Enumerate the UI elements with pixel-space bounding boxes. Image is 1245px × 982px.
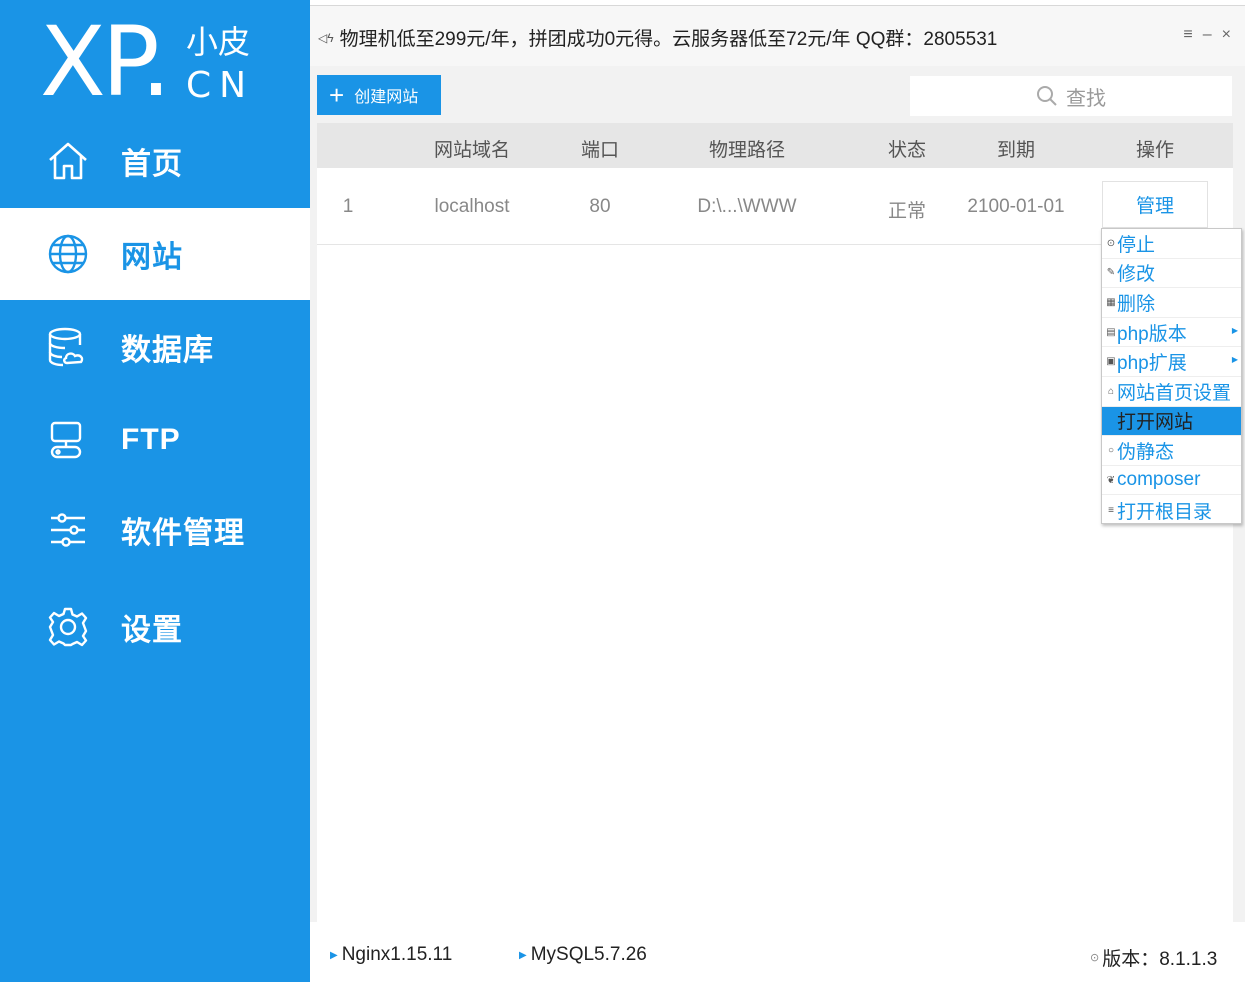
manage-dropdown-menu: ⊙ 停止 ✎ 修改 ▦ 删除 ▤ php版本 ▶ ▣ php扩展 ▶ ⌂ 网站首…	[1101, 228, 1242, 524]
sidebar-item-website[interactable]: 网站	[0, 208, 310, 300]
create-website-label: 创建网站	[354, 89, 419, 106]
header-port: 端口	[580, 140, 620, 161]
sidebar-item-settings[interactable]: 设置	[0, 581, 310, 673]
sidebar-item-label: 首页	[121, 148, 183, 181]
version-info: ⊙ 版本：8.1.1.3	[1090, 944, 1217, 971]
folder-list-icon: ≡	[1108, 504, 1114, 516]
search-icon	[1037, 86, 1057, 106]
speaker-icon: ◁ϟ	[318, 30, 334, 45]
database-icon	[46, 325, 90, 369]
sliders-icon	[46, 508, 90, 552]
menu-item-label: php扩展	[1117, 353, 1187, 375]
globe-icon	[46, 232, 90, 276]
sidebar-item-home[interactable]: 首页	[0, 115, 310, 207]
menu-item-label: 打开根目录	[1117, 501, 1213, 523]
play-icon: ▶	[330, 949, 338, 961]
menu-item-open-root-dir[interactable]: ≡ 打开根目录	[1102, 495, 1241, 525]
mysql-label: MySQL5.7.26	[530, 944, 647, 965]
submenu-arrow-icon: ▶	[1231, 325, 1238, 335]
menu-item-php-extension[interactable]: ▣ php扩展 ▶	[1102, 347, 1241, 377]
menu-item-label: 修改	[1117, 264, 1156, 286]
menu-item-label: 打开网站	[1117, 412, 1194, 434]
top-bar: ◁ϟ 物理机低至299元/年，拼团成功0元得。云服务器低至72元/年 QQ群：2…	[310, 6, 1245, 66]
header-status: 状态	[887, 140, 927, 161]
logo: XP. 小皮 CN	[0, 0, 310, 115]
row-index: 1	[342, 196, 354, 217]
menu-item-homepage-settings[interactable]: ⌂ 网站首页设置	[1102, 377, 1241, 407]
home-icon: ⌂	[1107, 385, 1115, 397]
submenu-arrow-icon: ▶	[1231, 355, 1238, 365]
composer-icon: ❦	[1106, 474, 1116, 486]
header-expiry: 到期	[996, 140, 1036, 161]
menu-item-label: php版本	[1117, 323, 1187, 345]
manage-button[interactable]: 管理	[1102, 181, 1208, 228]
menu-icon[interactable]: ≡	[1183, 26, 1192, 44]
row-port: 80	[589, 196, 611, 217]
logo-cn: CN	[186, 65, 255, 106]
menu-item-composer[interactable]: ❦ composer	[1102, 466, 1241, 496]
mysql-status[interactable]: ▶ MySQL5.7.26	[519, 944, 647, 966]
create-website-button[interactable]: + 创建网站	[317, 75, 441, 115]
menu-item-label: 伪静态	[1117, 441, 1175, 463]
menu-item-edit[interactable]: ✎ 修改	[1102, 259, 1241, 289]
sidebar: XP. 小皮 CN 首页 网站 数据库 FTP 软件管理 设置	[0, 0, 310, 982]
row-status: 正常	[887, 201, 927, 222]
logo-sub: 小皮	[186, 24, 251, 60]
window-controls: ≡ – ×	[1183, 26, 1231, 44]
nginx-label: Nginx1.15.11	[341, 944, 453, 965]
table-header: 网站域名 端口 物理路径 状态 到期 操作	[317, 123, 1233, 168]
ftp-icon	[46, 418, 90, 462]
php-version-icon: ▤	[1106, 326, 1116, 338]
nginx-status[interactable]: ▶ Nginx1.15.11	[330, 944, 452, 966]
sidebar-item-label: 软件管理	[121, 517, 245, 550]
website-table: 网站域名 端口 物理路径 状态 到期 操作 1 localhost 80 D:\…	[317, 123, 1233, 922]
search-input[interactable]: 查找	[910, 76, 1232, 116]
php-extension-icon: ▣	[1106, 356, 1116, 368]
gear-icon	[46, 605, 90, 649]
menu-item-stop[interactable]: ⊙ 停止	[1102, 229, 1241, 259]
row-domain: localhost	[434, 196, 510, 217]
pencil-icon: ✎	[1106, 267, 1116, 279]
row-path: D:\...\WWW	[697, 196, 797, 217]
home-icon	[46, 139, 90, 183]
play-icon: ▶	[519, 949, 527, 961]
rewrite-icon: ○	[1107, 444, 1115, 456]
menu-item-label: 删除	[1117, 293, 1156, 315]
menu-item-label: composer	[1117, 469, 1201, 491]
sidebar-item-label: FTP	[121, 423, 181, 456]
header-path: 物理路径	[708, 140, 786, 161]
header-domain: 网站域名	[433, 140, 511, 161]
sidebar-item-label: 设置	[121, 614, 183, 647]
minimize-icon[interactable]: –	[1203, 26, 1212, 44]
plus-icon: +	[329, 80, 345, 110]
search-placeholder: 查找	[1066, 87, 1106, 110]
app-window: XP. 小皮 CN 首页 网站 数据库 FTP 软件管理 设置 ◁ϟ 物理机低至…	[0, 0, 1245, 982]
stop-icon: ⊙	[1106, 237, 1116, 249]
notice-text: 物理机低至299元/年，拼团成功0元得。云服务器低至72元/年 QQ群：2805…	[339, 29, 998, 50]
logo-main: XP.	[40, 6, 171, 118]
version-icon: ⊙	[1090, 952, 1100, 964]
menu-item-php-version[interactable]: ▤ php版本 ▶	[1102, 318, 1241, 348]
menu-item-label: 停止	[1117, 234, 1156, 256]
menu-item-label: 网站首页设置	[1117, 382, 1232, 404]
trash-icon: ▦	[1106, 296, 1116, 308]
sidebar-item-database[interactable]: 数据库	[0, 301, 310, 393]
sidebar-item-software[interactable]: 软件管理	[0, 484, 310, 576]
sidebar-item-label: 数据库	[121, 334, 214, 367]
header-action: 操作	[1135, 140, 1175, 161]
row-expiry: 2100-01-01	[967, 196, 1065, 217]
menu-item-rewrite[interactable]: ○ 伪静态	[1102, 436, 1241, 466]
menu-item-delete[interactable]: ▦ 删除	[1102, 288, 1241, 318]
table-row[interactable]: 1 localhost 80 D:\...\WWW 正常 2100-01-01 …	[317, 168, 1233, 245]
open-icon: ▪	[1109, 415, 1113, 427]
menu-item-open-website[interactable]: ▪ 打开网站	[1102, 406, 1241, 437]
notice-banner[interactable]: ◁ϟ 物理机低至299元/年，拼团成功0元得。云服务器低至72元/年 QQ群：2…	[318, 24, 997, 51]
sidebar-item-label: 网站	[121, 241, 183, 274]
close-icon[interactable]: ×	[1222, 26, 1231, 44]
version-label: 版本：8.1.1.3	[1102, 949, 1218, 970]
sidebar-item-ftp[interactable]: FTP	[0, 394, 310, 486]
status-bar: ▶ Nginx1.15.11 ▶ MySQL5.7.26 ⊙ 版本：8.1.1.…	[310, 922, 1245, 982]
